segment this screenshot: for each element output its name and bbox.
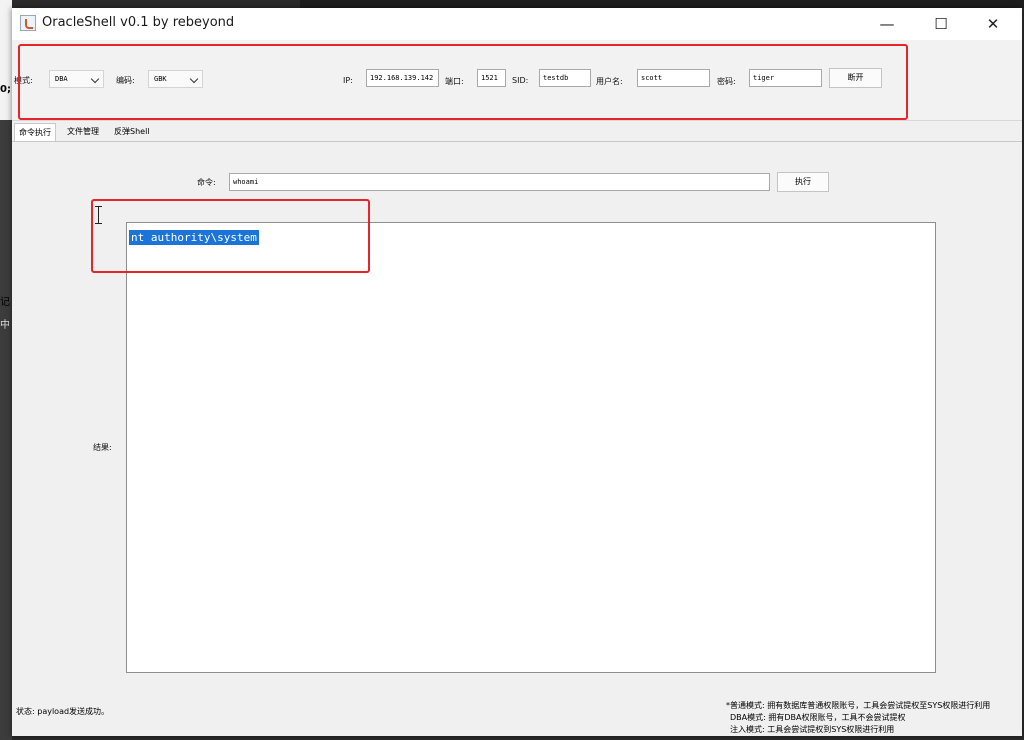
- maximize-button[interactable]: ☐: [918, 8, 964, 40]
- execute-button[interactable]: 执行: [777, 172, 829, 192]
- java-app-icon: [20, 15, 36, 31]
- desktop-background-panel: [0, 0, 12, 120]
- app-window: OracleShell v0.1 by rebeyond — ☐ ✕ 模式: D…: [12, 8, 1022, 736]
- title-bar[interactable]: OracleShell v0.1 by rebeyond — ☐ ✕: [12, 8, 1022, 40]
- window-title: OracleShell v0.1 by rebeyond: [42, 15, 235, 30]
- status-text: 状态: payload发送成功。: [16, 707, 110, 716]
- connection-highlight-box: [18, 44, 908, 120]
- background-text: 记: [0, 297, 10, 308]
- tab-bar: 命令执行 文件管理 反弹Shell: [12, 123, 1022, 142]
- command-input[interactable]: whoami: [229, 173, 770, 191]
- minimize-button[interactable]: —: [864, 8, 910, 40]
- mode-help-line: 注入模式: 工具会尝试提权到SYS权限进行利用: [730, 725, 895, 734]
- close-button[interactable]: ✕: [970, 8, 1016, 40]
- background-text: 0;: [0, 84, 11, 95]
- mode-help-line: *普通模式: 拥有数据库普通权限账号，工具会尝试提权至SYS权限进行利用: [726, 701, 991, 710]
- tab-reverse-shell[interactable]: 反弹Shell: [110, 123, 154, 141]
- desktop-background-top: [300, 0, 1024, 8]
- background-text: 中: [0, 320, 10, 331]
- output-highlight-box: [91, 199, 370, 273]
- tab-command-execute[interactable]: 命令执行: [14, 123, 56, 142]
- tab-file-manager[interactable]: 文件管理: [63, 123, 103, 141]
- result-label: 结果:: [93, 443, 112, 452]
- mode-help: *普通模式: 拥有数据库普通权限账号，工具会尝试提权至SYS权限进行利用 DBA…: [726, 700, 1022, 734]
- result-output[interactable]: nt authority\system: [126, 222, 936, 673]
- mode-help-line: DBA模式: 拥有DBA权限账号，工具不会尝试提权: [730, 713, 906, 722]
- command-label: 命令:: [197, 178, 216, 187]
